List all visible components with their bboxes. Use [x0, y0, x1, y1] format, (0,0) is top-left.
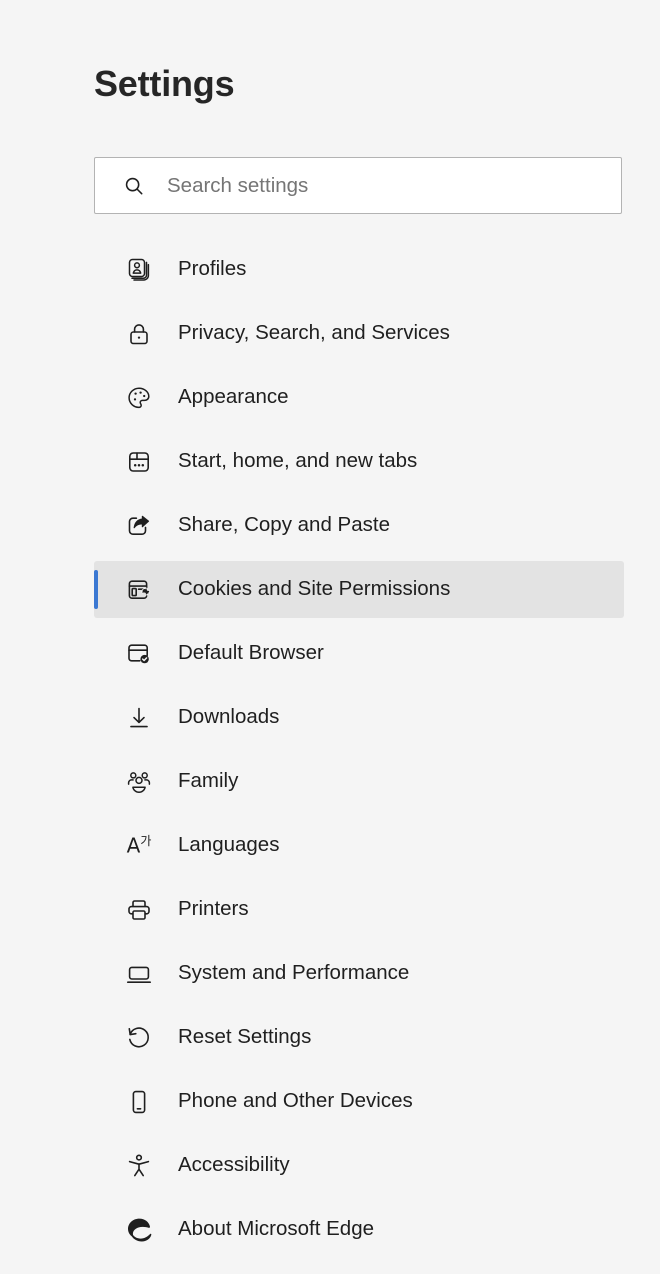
sidebar-item-family[interactable]: Family: [94, 753, 624, 810]
sidebar-item-cookies-and-site-permissions[interactable]: Cookies and Site Permissions: [94, 561, 624, 618]
sidebar-item-phone-and-other-devices[interactable]: Phone and Other Devices: [94, 1073, 624, 1130]
edge-logo-icon: [125, 1216, 153, 1244]
sidebar-item-label: Printers: [178, 897, 249, 921]
sidebar-item-label: Start, home, and new tabs: [178, 449, 418, 473]
settings-pane: Settings Profiles: [0, 0, 660, 1274]
sidebar-item-privacy-search-services[interactable]: Privacy, Search, and Services: [94, 305, 624, 362]
sidebar-item-default-browser[interactable]: Default Browser: [94, 625, 624, 682]
sidebar-item-label: Share, Copy and Paste: [178, 513, 390, 537]
default-browser-icon: [125, 640, 153, 668]
palette-icon: [125, 384, 153, 412]
accessibility-icon: [125, 1152, 153, 1180]
sidebar-item-label: Phone and Other Devices: [178, 1089, 413, 1113]
reset-icon: [125, 1024, 153, 1052]
lock-icon: [125, 320, 153, 348]
sidebar-item-label: Privacy, Search, and Services: [178, 321, 450, 345]
sidebar-item-label: Family: [178, 769, 239, 793]
browser-tabs-icon: [125, 448, 153, 476]
search-settings-box[interactable]: [94, 157, 622, 214]
sidebar-item-profiles[interactable]: Profiles: [94, 241, 624, 298]
sidebar-item-downloads[interactable]: Downloads: [94, 689, 624, 746]
phone-icon: [125, 1088, 153, 1116]
printer-icon: [125, 896, 153, 924]
sidebar-item-label: About Microsoft Edge: [178, 1217, 374, 1241]
sidebar-item-appearance[interactable]: Appearance: [94, 369, 624, 426]
sidebar-item-share-copy-paste[interactable]: Share, Copy and Paste: [94, 497, 624, 554]
sidebar-item-label: Languages: [178, 833, 280, 857]
sidebar-item-label: Cookies and Site Permissions: [178, 577, 451, 601]
sidebar-item-label: Default Browser: [178, 641, 324, 665]
sidebar-item-accessibility[interactable]: Accessibility: [94, 1137, 624, 1194]
sidebar-item-label: Profiles: [178, 257, 247, 281]
sidebar-item-printers[interactable]: Printers: [94, 881, 624, 938]
languages-icon: A가: [126, 833, 152, 858]
monitor-icon: [125, 960, 153, 988]
search-input[interactable]: [167, 173, 607, 198]
sidebar-item-start-home-new-tabs[interactable]: Start, home, and new tabs: [94, 433, 624, 490]
settings-nav-list: Profiles Privacy, Search, and Services A…: [0, 241, 660, 1258]
selection-accent-bar: [94, 570, 98, 609]
sidebar-item-label: System and Performance: [178, 961, 410, 985]
sidebar-item-about-microsoft-edge[interactable]: About Microsoft Edge: [94, 1201, 624, 1258]
sidebar-item-label: Appearance: [178, 385, 289, 409]
sidebar-item-label: Downloads: [178, 705, 280, 729]
profiles-icon: [125, 256, 153, 284]
share-icon: [125, 512, 153, 540]
page-title: Settings: [94, 63, 235, 104]
family-icon: [125, 768, 153, 796]
sidebar-item-reset-settings[interactable]: Reset Settings: [94, 1009, 624, 1066]
sidebar-item-languages[interactable]: A가 Languages: [94, 817, 624, 874]
sidebar-item-system-and-performance[interactable]: System and Performance: [94, 945, 624, 1002]
download-icon: [125, 704, 153, 732]
sidebar-item-label: Reset Settings: [178, 1025, 312, 1049]
search-icon: [125, 177, 143, 194]
cookies-permissions-icon: [125, 576, 153, 604]
sidebar-item-label: Accessibility: [178, 1153, 290, 1177]
